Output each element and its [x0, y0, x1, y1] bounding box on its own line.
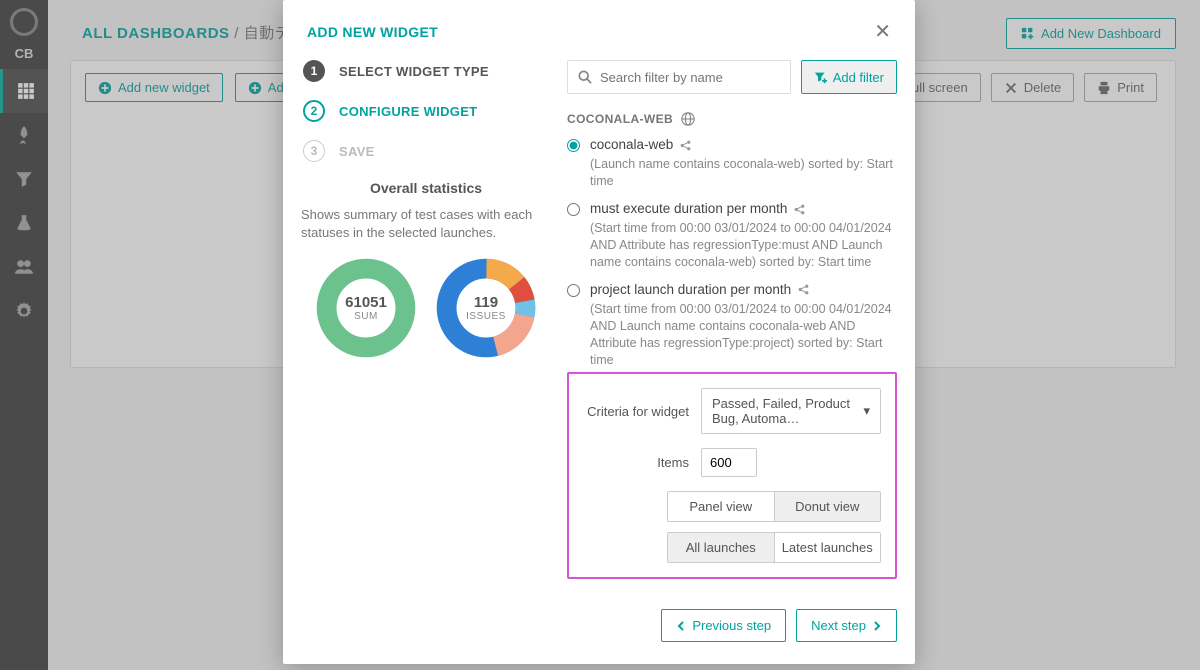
donut-label: ISSUES — [466, 311, 506, 322]
previous-step-button[interactable]: Previous step — [661, 609, 786, 642]
filter-plus-icon — [814, 71, 827, 84]
next-step-button[interactable]: Next step — [796, 609, 897, 642]
step-3: 3 SAVE — [301, 140, 551, 162]
items-input[interactable] — [701, 448, 757, 477]
prev-label: Previous step — [692, 618, 771, 633]
panel-view-option[interactable]: Panel view — [668, 492, 774, 521]
add-filter-label: Add filter — [833, 70, 884, 85]
all-launches-option[interactable]: All launches — [668, 533, 774, 562]
filter-option[interactable]: must execute duration per month (Start t… — [567, 200, 897, 271]
chevron-down-icon: ▾ — [863, 403, 870, 419]
filter-name: coconala-web — [590, 136, 673, 154]
step-label: SAVE — [339, 144, 375, 159]
step-2[interactable]: 2 CONFIGURE WIDGET — [301, 100, 551, 122]
modal-footer: Previous step Next step — [283, 609, 915, 664]
step-1[interactable]: 1 SELECT WIDGET TYPE — [301, 60, 551, 82]
launches-segment: All launches Latest launches — [667, 532, 881, 563]
donut-value: 119 — [474, 294, 498, 311]
criteria-value: Passed, Failed, Product Bug, Automa… — [712, 396, 863, 426]
filter-radio[interactable] — [567, 284, 580, 297]
filter-radio[interactable] — [567, 139, 580, 152]
step-label: CONFIGURE WIDGET — [339, 104, 477, 119]
share-icon — [679, 139, 692, 152]
globe-icon — [681, 112, 695, 126]
modal-close-button[interactable]: ✕ — [874, 22, 891, 42]
share-icon — [793, 203, 806, 216]
filter-list: coconala-web (Launch name contains cocon… — [567, 136, 897, 366]
filter-group-label: COCONALA-WEB — [567, 112, 897, 126]
share-icon — [797, 283, 810, 296]
items-label: Items — [583, 455, 701, 470]
criteria-highlight-box: Criteria for widget Passed, Failed, Prod… — [567, 372, 897, 579]
chevron-left-icon — [676, 621, 686, 631]
donut-label: SUM — [354, 311, 378, 322]
step-number: 3 — [303, 140, 325, 162]
modal-title: ADD NEW WIDGET — [307, 24, 438, 40]
latest-launches-option[interactable]: Latest launches — [774, 533, 881, 562]
step-label: SELECT WIDGET TYPE — [339, 64, 489, 79]
donut-sum: 61051SUM — [314, 256, 418, 360]
filter-option[interactable]: project launch duration per month (Start… — [567, 281, 897, 366]
step-number: 1 — [303, 60, 325, 82]
filter-search-field[interactable] — [600, 70, 780, 85]
add-filter-button[interactable]: Add filter — [801, 60, 897, 94]
search-icon — [578, 70, 592, 84]
donut-view-option[interactable]: Donut view — [774, 492, 881, 521]
preview-title: Overall statistics — [301, 180, 551, 196]
filter-search-input[interactable] — [567, 60, 791, 94]
view-segment: Panel view Donut view — [667, 491, 881, 522]
filter-desc: (Launch name contains coconala-web) sort… — [590, 156, 897, 190]
wizard-right-column: Add filter COCONALA-WEB coconala-web (La… — [567, 60, 897, 591]
preview-desc: Shows summary of test cases with each st… — [301, 206, 551, 242]
chevron-right-icon — [872, 621, 882, 631]
step-number: 2 — [303, 100, 325, 122]
filter-name: project launch duration per month — [590, 281, 791, 299]
next-label: Next step — [811, 618, 866, 633]
criteria-label: Criteria for widget — [583, 404, 701, 419]
donut-value: 61051 — [345, 294, 387, 311]
group-label-text: COCONALA-WEB — [567, 112, 673, 126]
add-widget-modal: ADD NEW WIDGET ✕ 1 SELECT WIDGET TYPE 2 … — [283, 0, 915, 664]
filter-name: must execute duration per month — [590, 200, 787, 218]
wizard-left-column: 1 SELECT WIDGET TYPE 2 CONFIGURE WIDGET … — [301, 60, 551, 591]
filter-desc: (Start time from 00:00 03/01/2024 to 00:… — [590, 220, 897, 271]
donut-issues: 119ISSUES — [434, 256, 538, 360]
widget-preview: Overall statistics Shows summary of test… — [301, 180, 551, 360]
filter-desc: (Start time from 00:00 03/01/2024 to 00:… — [590, 301, 897, 366]
criteria-select[interactable]: Passed, Failed, Product Bug, Automa… ▾ — [701, 388, 881, 434]
filter-radio[interactable] — [567, 203, 580, 216]
filter-option[interactable]: coconala-web (Launch name contains cocon… — [567, 136, 897, 190]
